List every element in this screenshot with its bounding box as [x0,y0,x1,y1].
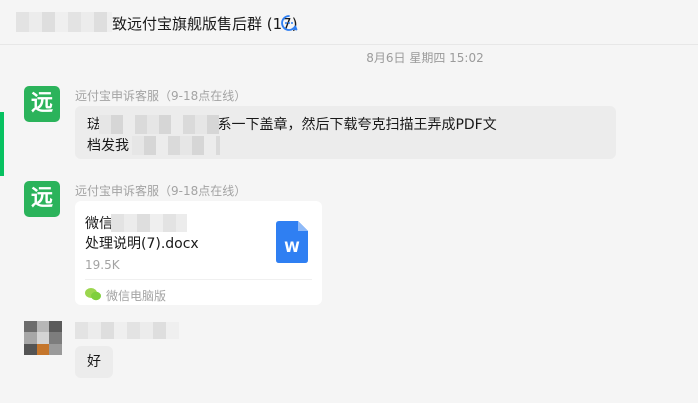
avatar[interactable] [24,321,62,355]
avatar[interactable]: 远 [24,181,60,217]
sender-name: 远付宝申诉客服（9-18点在线） [75,184,247,198]
message-text: 档发我 [87,138,129,154]
redacted-sender-name [75,322,179,339]
message-timestamp: 8月6日 星期四 15:02 [366,51,484,65]
redacted-title-prefix [16,12,112,32]
message-bubble[interactable]: 好 [75,346,113,378]
file-message-card[interactable]: 微信 风险排查及 处理说明(7).docx 19.5K W 微信电脑版 [75,201,322,305]
selection-indicator [0,112,4,176]
redacted-text [132,136,220,155]
wechat-icon [85,288,101,301]
word-file-letter: W [284,240,299,256]
word-file-icon: W [276,221,308,263]
group-chat-icon[interactable] [280,14,298,32]
file-size: 19.5K [85,258,120,272]
chat-header: 致远付宝旗舰版售后群 (17) [0,0,698,45]
message-text: 好 [87,354,101,370]
avatar[interactable]: 远 [24,86,60,122]
message-bubble[interactable]: 琺 公司，这个法人联系一下盖章，然后下载夸克扫描王弄成PDF文 档发我 [75,106,616,159]
sender-name: 远付宝申诉客服（9-18点在线） [75,89,247,103]
file-name: 处理说明(7).docx [85,236,199,252]
redacted-text [111,214,187,232]
redacted-text [99,115,219,134]
divider [85,279,312,280]
chat-title[interactable]: 致远付宝旗舰版售后群 (17) [112,13,298,34]
file-source: 微信电脑版 [106,289,167,303]
